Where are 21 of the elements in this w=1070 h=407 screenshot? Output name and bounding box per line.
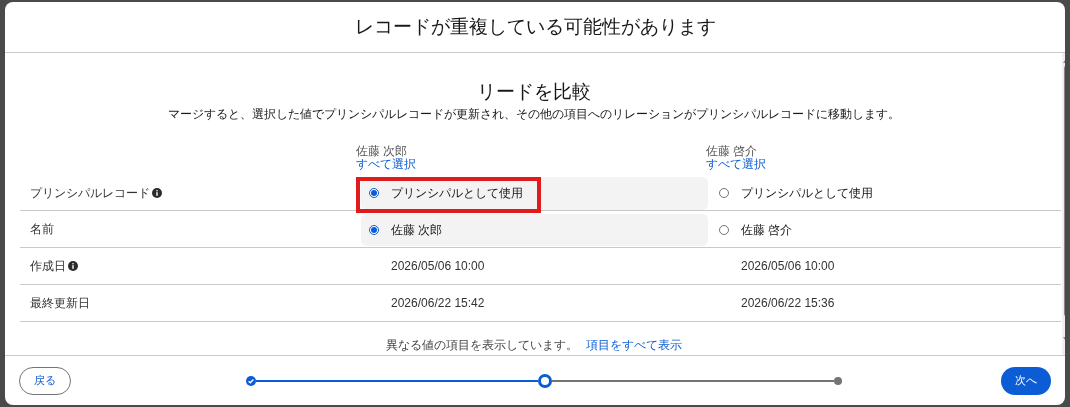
field-value: 2026/05/06 10:00 (741, 257, 835, 275)
section-heading: リードを比較 (476, 80, 591, 104)
record-name: 佐藤 次郎 (356, 144, 408, 158)
record-name: 佐藤 啓介 (706, 144, 758, 158)
field-label: 最終更新日 (30, 294, 90, 312)
footer-note: 異なる値の項目を表示しています。 (385, 336, 578, 354)
radio-option[interactable]: プリンシパルとして使用 (711, 176, 1058, 210)
field-label: 作成日 (30, 257, 66, 275)
field-value: 2026/05/06 10:00 (391, 257, 485, 275)
radio-option[interactable]: 佐藤 啓介 (711, 213, 1058, 246)
field-value: 2026/06/22 15:36 (741, 294, 835, 312)
description-text: マージすると、選択した値でプリンシパルレコードが更新され、その他の項目へのリレーションがプリンシパルレコードに移動します。 (167, 105, 900, 123)
radio-option[interactable]: 佐藤 次郎 (361, 213, 708, 246)
field-label: 名前 (30, 220, 54, 238)
modal-title: レコードが重複している可能性があります (354, 14, 716, 39)
select-all-link[interactable]: すべて選択 (356, 157, 416, 171)
select-all-link[interactable]: すべて選択 (706, 157, 766, 171)
show-all-fields-link[interactable]: 項目をすべて表示 (585, 335, 682, 354)
next-button[interactable]: 次へ (1001, 366, 1051, 395)
field-label: プリンシパルレコード (30, 185, 150, 203)
field-value: 2026/06/22 15:42 (391, 294, 485, 312)
